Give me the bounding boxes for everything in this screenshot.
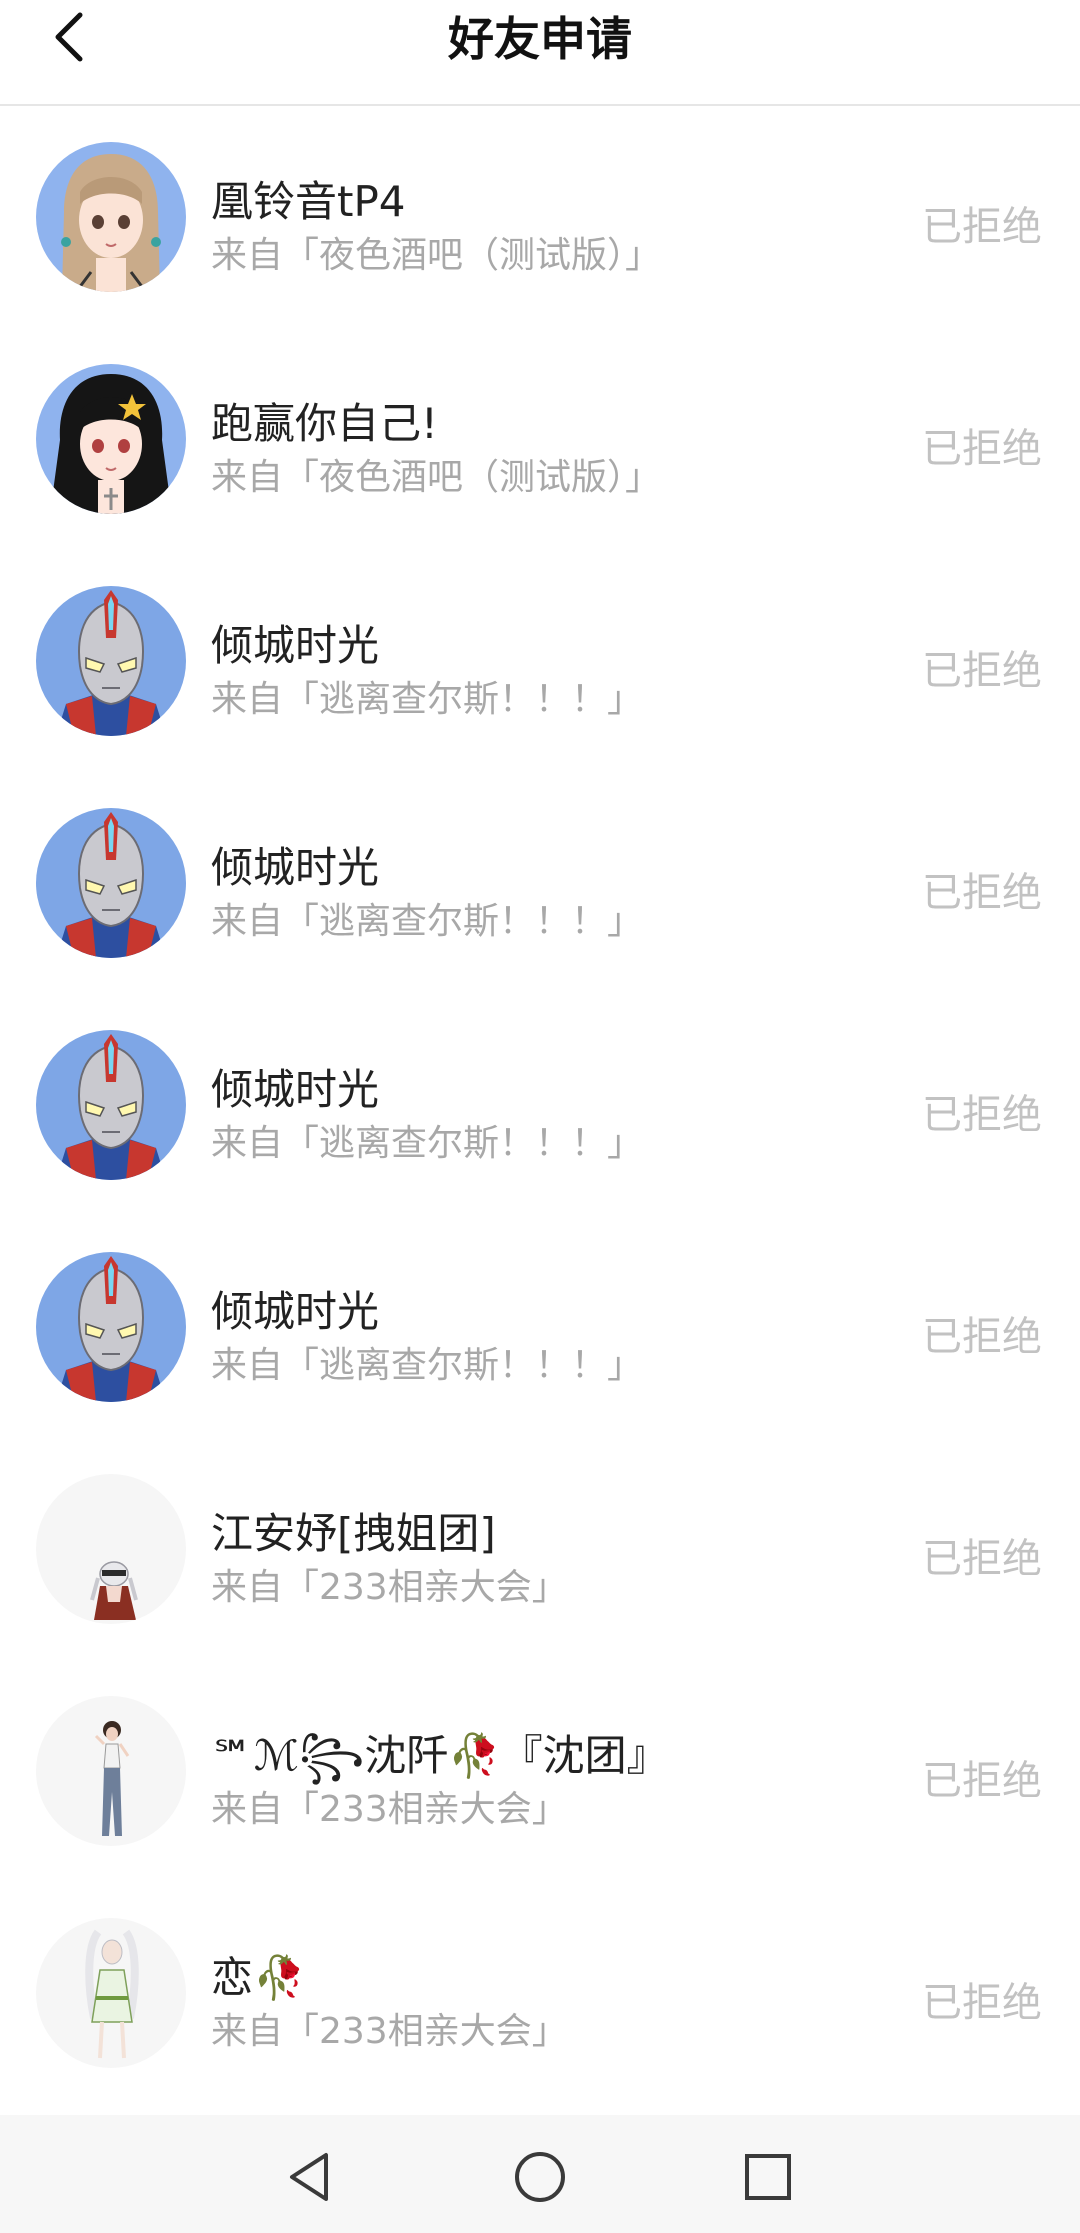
avatar[interactable]	[36, 1918, 186, 2068]
triangle-back-icon	[290, 2153, 328, 2201]
request-source: 来自「夜色酒吧（测试版）」	[211, 457, 662, 498]
status-rejected: 已拒绝	[922, 870, 1042, 916]
top-bar: 好友申请	[0, 0, 1080, 106]
avatar[interactable]	[36, 1696, 186, 1846]
status-rejected: 已拒绝	[922, 1536, 1042, 1582]
requester-name: 倾城时光	[211, 621, 380, 670]
requester-name: 凰铃音tP4	[211, 177, 406, 226]
requester-name: 倾城时光	[211, 1287, 380, 1336]
friend-request-item[interactable]: 倾城时光 来自「逃离查尔斯！！！」 已拒绝	[0, 550, 1080, 772]
status-rejected: 已拒绝	[922, 648, 1042, 694]
request-source: 来自「逃离查尔斯！！！」	[211, 1345, 644, 1386]
status-rejected: 已拒绝	[922, 204, 1042, 250]
avatar[interactable]	[36, 586, 186, 736]
friend-request-item[interactable]: 跑赢你自己! 来自「夜色酒吧（测试版）」 已拒绝	[0, 328, 1080, 550]
request-source: 来自「逃离查尔斯！！！」	[211, 901, 644, 942]
avatar[interactable]	[36, 1474, 186, 1624]
ultraman-avatar	[36, 808, 186, 958]
requester-name: 倾城时光	[211, 1065, 380, 1114]
friend-request-item[interactable]: 凰铃音tP4 来自「夜色酒吧（测试版）」 已拒绝	[0, 106, 1080, 328]
anime-girl-black-hair-avatar	[36, 364, 186, 514]
friend-request-item[interactable]: 恋🥀 来自「233相亲大会」 已拒绝	[0, 1882, 1080, 2104]
status-rejected: 已拒绝	[922, 426, 1042, 472]
request-source: 来自「233相亲大会」	[211, 1789, 568, 1830]
request-source: 来自「逃离查尔斯！！！」	[211, 1123, 644, 1164]
friend-requests-screen: 好友申请 凰铃音tP4 来自「夜色酒吧（测试版）」 已拒绝 跑赢你自己! 来自「…	[0, 0, 1080, 2233]
anime-girl-brown-hair-avatar	[36, 142, 186, 292]
friend-request-item[interactable]: 江安妤[拽姐团] 来自「233相亲大会」 已拒绝	[0, 1438, 1080, 1660]
system-recents-button[interactable]	[728, 2137, 808, 2217]
status-rejected: 已拒绝	[922, 1314, 1042, 1360]
ultraman-avatar	[36, 586, 186, 736]
friend-request-item[interactable]: ℠ℳ꧂沈阡🥀『沈团』 来自「233相亲大会」 已拒绝	[0, 1660, 1080, 1882]
friend-request-item[interactable]: 倾城时光 来自「逃离查尔斯！！！」 已拒绝	[0, 1216, 1080, 1438]
system-navigation-bar	[0, 2115, 1080, 2233]
standing-girl-avatar	[36, 1696, 186, 1846]
friend-request-item[interactable]: 倾城时光 来自「逃离查尔斯！！！」 已拒绝	[0, 994, 1080, 1216]
request-source: 来自「233相亲大会」	[211, 2011, 568, 2052]
status-rejected: 已拒绝	[922, 1758, 1042, 1804]
system-back-button[interactable]	[270, 2137, 350, 2217]
avatar[interactable]	[36, 808, 186, 958]
request-source: 来自「夜色酒吧（测试版）」	[211, 235, 662, 276]
avatar[interactable]	[36, 142, 186, 292]
status-rejected: 已拒绝	[922, 1980, 1042, 2026]
requester-name: 江安妤[拽姐团]	[211, 1509, 496, 1558]
system-home-button[interactable]	[500, 2137, 580, 2217]
circle-home-icon	[515, 2152, 565, 2202]
ultraman-avatar	[36, 1030, 186, 1180]
avatar[interactable]	[36, 364, 186, 514]
white-dress-character-avatar	[36, 1918, 186, 2068]
square-recents-icon	[745, 2154, 791, 2200]
ultraman-avatar	[36, 1252, 186, 1402]
friend-request-item[interactable]: 倾城时光 来自「逃离查尔斯！！！」 已拒绝	[0, 772, 1080, 994]
avatar[interactable]	[36, 1030, 186, 1180]
request-source: 来自「逃离查尔斯！！！」	[211, 679, 644, 720]
white-hair-character-avatar	[36, 1474, 186, 1624]
status-rejected: 已拒绝	[922, 1092, 1042, 1138]
page-title: 好友申请	[448, 12, 632, 66]
requester-name: 跑赢你自己!	[211, 399, 438, 448]
request-source: 来自「233相亲大会」	[211, 1567, 568, 1608]
friend-request-list: 凰铃音tP4 来自「夜色酒吧（测试版）」 已拒绝 跑赢你自己! 来自「夜色酒吧（…	[0, 106, 1080, 2104]
avatar[interactable]	[36, 1252, 186, 1402]
requester-name: 恋🥀	[211, 1953, 306, 2002]
requester-name: 倾城时光	[211, 843, 380, 892]
